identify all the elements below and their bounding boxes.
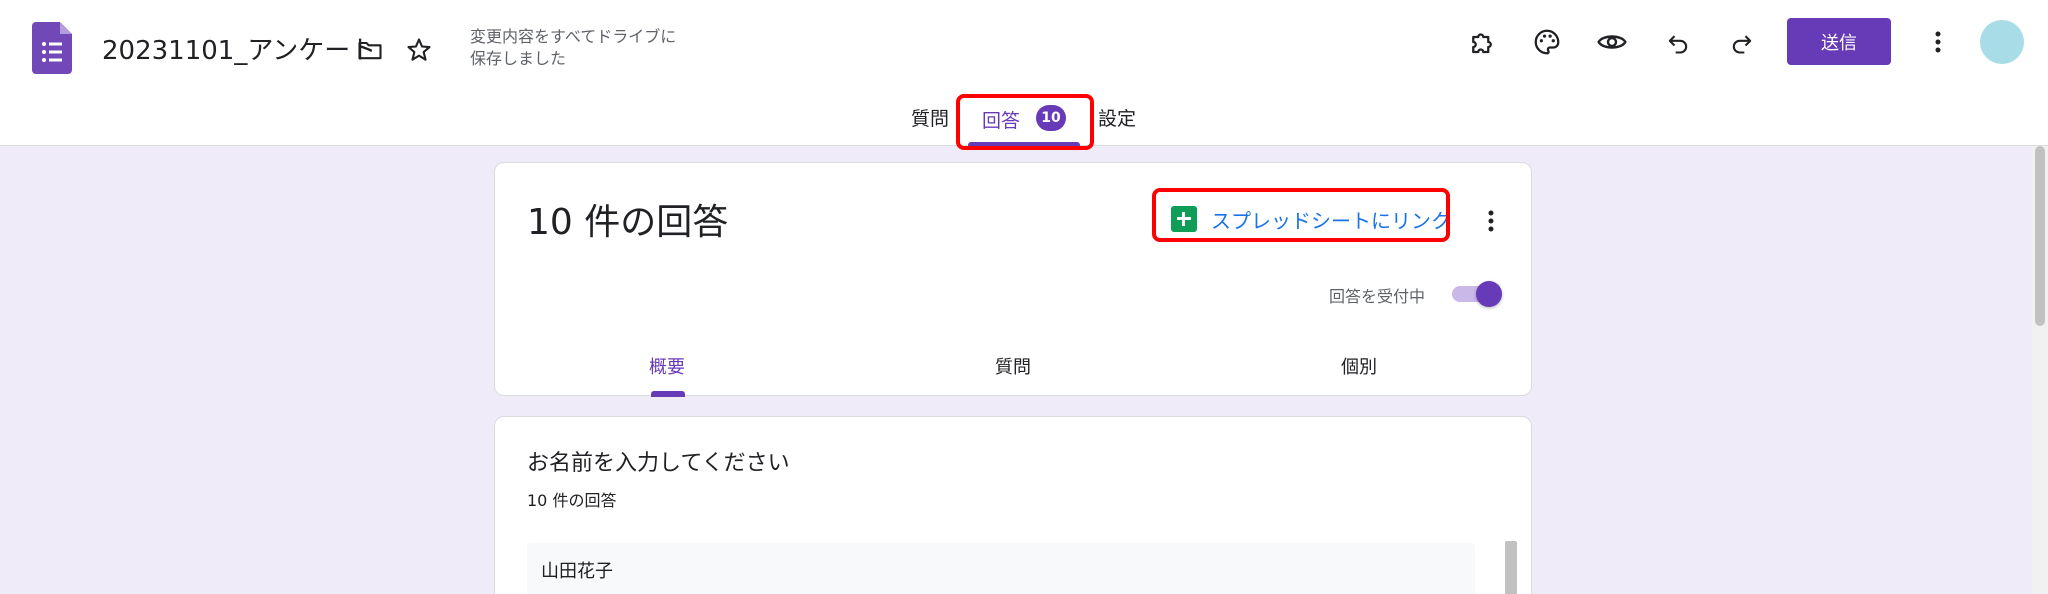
forms-logo-icon[interactable] <box>32 22 72 74</box>
subtab-active-underline <box>651 391 685 397</box>
redo-icon[interactable] <box>1722 22 1762 62</box>
toggle-thumb <box>1476 281 1502 307</box>
tab-questions[interactable]: 質問 <box>911 104 949 131</box>
highlight-box-responses-tab <box>956 94 1094 150</box>
save-status-line1: 変更内容をすべてドライブに <box>470 27 677 46</box>
subtab-question[interactable]: 質問 <box>995 353 1031 379</box>
question-title: お名前を入力してください <box>527 451 790 476</box>
save-status-line2: 保存しました <box>470 49 567 68</box>
question-response-count: 10 件の回答 <box>527 491 617 510</box>
document-title[interactable]: 20231101_アンケート <box>102 30 376 67</box>
preview-eye-icon[interactable] <box>1592 22 1632 62</box>
addon-puzzle-icon[interactable] <box>1462 22 1502 62</box>
response-count-heading: 10 件の回答 <box>527 202 729 243</box>
answer-row: 山田花子 <box>527 543 1475 594</box>
save-status: 変更内容をすべてドライブに 保存しました <box>470 26 730 70</box>
answer-text: 山田花子 <box>541 561 613 582</box>
more-vert-icon[interactable] <box>1918 22 1958 62</box>
send-button[interactable]: 送信 <box>1787 18 1891 65</box>
page-scrollbar[interactable] <box>2032 146 2048 594</box>
answers-scrollbar[interactable] <box>1505 541 1517 594</box>
accepting-responses-toggle[interactable] <box>1450 279 1504 309</box>
tab-settings[interactable]: 設定 <box>1098 104 1136 131</box>
subtab-individual[interactable]: 個別 <box>1341 353 1377 379</box>
question-response-card: お名前を入力してください 10 件の回答 山田花子 <box>494 416 1532 594</box>
highlight-box-sheets-link <box>1152 188 1450 242</box>
accepting-responses-label: 回答を受付中 <box>1329 287 1426 306</box>
page-scrollbar-thumb[interactable] <box>2035 146 2045 326</box>
star-icon[interactable] <box>399 30 439 70</box>
card-more-vert-icon[interactable] <box>1477 201 1505 241</box>
folder-icon[interactable] <box>350 30 390 70</box>
palette-icon[interactable] <box>1527 22 1567 62</box>
subtab-summary[interactable]: 概要 <box>649 353 685 379</box>
undo-icon[interactable] <box>1658 22 1698 62</box>
avatar[interactable] <box>1980 20 2024 64</box>
